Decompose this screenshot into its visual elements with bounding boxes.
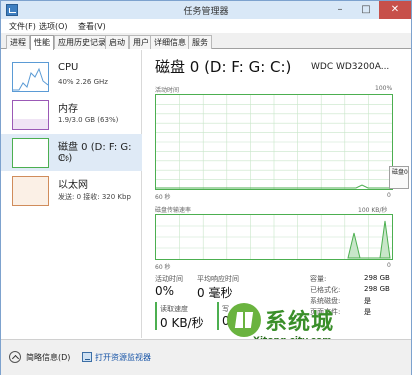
read-speed-value: 0 KB/秒: [160, 316, 204, 330]
tab-app-history[interactable]: 应用历史记录: [54, 35, 110, 49]
tab-performance[interactable]: 性能: [30, 35, 54, 50]
read-speed-label: 读取速度: [160, 305, 188, 313]
active-time-value: 0%: [155, 284, 175, 298]
activity-time-span: 60 秒: [155, 194, 171, 201]
resource-monitor-icon: [82, 352, 92, 362]
disk-title: 磁盘 0 (D: F: G: C:): [155, 58, 292, 76]
disk-detail-panel: 磁盘 0 (D: F: G: C:) WDC WD3200A... 活动时间 1…: [143, 50, 411, 338]
sidebar-item-disk[interactable]: 磁盘 0 (D: F: G: C:) 0%: [1, 134, 142, 171]
sidebar-item-ethernet[interactable]: 以太网 发送: 0 接收: 320 Kbp: [1, 172, 142, 209]
transfer-chart-label: 磁盘传输速率: [155, 207, 192, 214]
read-rate-indicator: [155, 302, 157, 330]
transfer-series-area: [347, 220, 391, 259]
sidebar-item-label: CPU: [58, 62, 79, 73]
transfer-min-label: 0: [387, 262, 391, 269]
write-rate-indicator: [217, 302, 219, 330]
cpu-mini-graph: [13, 67, 49, 91]
capacity-label: 容量:: [310, 275, 327, 283]
tab-startup[interactable]: 启动: [105, 35, 129, 49]
cpu-graph-icon: [12, 62, 49, 92]
ethernet-graph-icon: [12, 176, 49, 206]
tab-details[interactable]: 详细信息: [150, 35, 190, 49]
fewer-details-button[interactable]: 简略信息(D): [26, 352, 70, 363]
tab-bar: 进程 性能 应用历史记录 启动 用户 详细信息 服务: [1, 33, 411, 50]
disk-tooltip: 磁盘​0 比: [389, 166, 409, 189]
formatted-label: 已格式化:: [310, 286, 341, 294]
transfer-grid: [156, 215, 392, 259]
tab-processes[interactable]: 进程: [6, 35, 30, 49]
transfer-rate-chart: [155, 214, 393, 260]
activity-min-label: 0: [387, 192, 391, 199]
menu-bar: 文件(F) 选项(O) 查看(V): [1, 19, 411, 33]
menu-view[interactable]: 查看(V): [78, 21, 106, 32]
sidebar-item-memory[interactable]: 内存 1.9/3.0 GB (63%): [1, 96, 142, 133]
transfer-chart-max: 100 KB/秒: [358, 207, 388, 214]
windows-logo-icon: [227, 303, 261, 337]
close-button[interactable]: ✕: [379, 1, 411, 19]
sidebar-item-cpu[interactable]: CPU 40% 2.26 GHz: [1, 58, 142, 95]
ethernet-fill: [13, 177, 48, 205]
watermark-brand: 系统城: [265, 309, 335, 335]
activity-chart-max: 100%: [375, 85, 393, 92]
minimize-button[interactable]: –: [327, 1, 353, 19]
sidebar-item-label: 磁盘 0 (D: F: G: C:): [58, 142, 132, 164]
sidebar-item-label: 以太网: [58, 180, 88, 191]
sidebar-item-sub: 40% 2.26 GHz: [58, 78, 108, 86]
transfer-time-span: 60 秒: [155, 264, 171, 271]
title-bar[interactable]: 任务管理器 – □ ✕: [1, 1, 411, 19]
chevron-up-icon[interactable]: [9, 351, 21, 363]
task-manager-window: 任务管理器 – □ ✕ 文件(F) 选项(O) 查看(V) 进程 性能 应用历史…: [0, 0, 412, 375]
memory-graph-icon: [12, 100, 49, 130]
avg-response-label: 平均响应时间: [197, 275, 239, 283]
footer-bar: 简略信息(D) 打开资源监视器: [1, 339, 411, 375]
sidebar-item-sub: 0%: [58, 154, 70, 162]
menu-options[interactable]: 选项(O): [39, 21, 68, 32]
active-time-label: 活动时间: [155, 275, 183, 283]
menu-file[interactable]: 文件(F): [9, 21, 36, 32]
sidebar-item-label: 内存: [58, 104, 78, 115]
avg-response-value: 0 毫秒: [197, 286, 233, 300]
formatted-value: 298 GB: [364, 285, 390, 293]
open-resource-monitor-link[interactable]: 打开资源监视器: [95, 352, 151, 363]
maximize-button[interactable]: □: [353, 1, 379, 19]
sidebar-item-sub: 发送: 0 接收: 320 Kbp: [58, 193, 131, 201]
tab-services[interactable]: 服务: [188, 35, 212, 49]
disk-model: WDC WD3200A...: [311, 62, 390, 72]
capacity-value: 298 GB: [364, 274, 390, 282]
activity-chart-label: 活动时间: [155, 87, 180, 94]
disk-graph-icon: [12, 138, 49, 168]
activity-time-chart: [155, 94, 393, 190]
memory-fill: [13, 119, 48, 129]
activity-grid: [156, 95, 392, 189]
performance-sidebar: CPU 40% 2.26 GHz 内存 1.9/3.0 GB (63%) 磁盘 …: [1, 50, 142, 338]
sidebar-item-sub: 1.9/3.0 GB (63%): [58, 116, 119, 124]
